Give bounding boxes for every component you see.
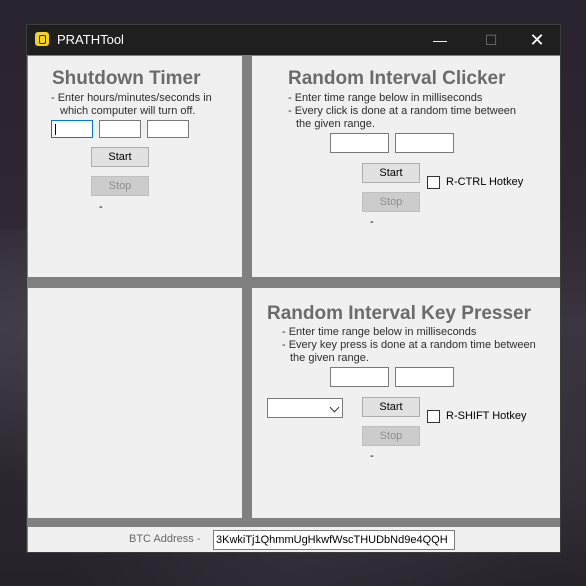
app-window: PRATHTool — ☐ ✕ Shutdown Timer - Enter h… <box>26 24 561 553</box>
close-button[interactable]: ✕ <box>514 25 560 55</box>
clicker-hotkey-label[interactable]: R-CTRL Hotkey <box>446 176 523 188</box>
presser-desc-line3: the given range. <box>290 352 369 364</box>
clicker-desc-line3: the given range. <box>296 118 375 130</box>
clicker-max-input[interactable] <box>395 133 454 153</box>
hours-input[interactable] <box>51 120 93 138</box>
text-caret <box>55 124 56 135</box>
clicker-hotkey-checkbox[interactable] <box>427 176 440 189</box>
minutes-input[interactable] <box>99 120 141 138</box>
shutdown-timer-panel: Shutdown Timer - Enter hours/minutes/sec… <box>28 56 242 277</box>
shutdown-desc-line1: - Enter hours/minutes/seconds in <box>51 92 212 104</box>
title-bar[interactable]: PRATHTool — ☐ ✕ <box>27 25 560 55</box>
shutdown-start-button[interactable]: Start <box>91 147 149 167</box>
empty-panel <box>28 288 242 518</box>
shutdown-title: Shutdown Timer <box>52 68 201 89</box>
presser-title: Random Interval Key Presser <box>267 303 532 324</box>
presser-hotkey-checkbox[interactable] <box>427 410 440 423</box>
window-title: PRATHTool <box>57 32 124 47</box>
maximize-button: ☐ <box>484 32 498 48</box>
presser-max-input[interactable] <box>395 367 454 387</box>
chevron-down-icon <box>329 402 340 413</box>
presser-stop-button: Stop <box>362 426 420 446</box>
btc-address-label: BTC Address - <box>129 533 201 545</box>
presser-start-button[interactable]: Start <box>362 397 420 417</box>
presser-hotkey-label[interactable]: R-SHIFT Hotkey <box>446 410 526 422</box>
presser-desc-line1: - Enter time range below in milliseconds <box>282 326 477 338</box>
btc-address-field[interactable]: 3KwkiTj1QhmmUgHkwfWscTHUDbNd9e4QQH <box>213 530 455 550</box>
clicker-min-input[interactable] <box>330 133 389 153</box>
shutdown-stop-button: Stop <box>91 176 149 196</box>
clicker-desc-line1: - Enter time range below in milliseconds <box>288 92 483 104</box>
presser-desc-line2: - Every key press is done at a random ti… <box>282 339 536 351</box>
key-presser-panel: Random Interval Key Presser - Enter time… <box>252 288 560 518</box>
shutdown-status: - <box>99 201 103 213</box>
presser-status: - <box>370 450 374 462</box>
clicker-desc-line2: - Every click is done at a random time b… <box>288 105 517 117</box>
seconds-input[interactable] <box>147 120 189 138</box>
shutdown-desc-line2: which computer will turn off. <box>60 105 196 117</box>
clicker-panel: Random Interval Clicker - Enter time ran… <box>252 56 560 277</box>
minimize-button[interactable]: — <box>417 25 463 55</box>
clicker-start-button[interactable]: Start <box>362 163 420 183</box>
presser-min-input[interactable] <box>330 367 389 387</box>
clicker-stop-button: Stop <box>362 192 420 212</box>
clicker-status: - <box>370 216 374 228</box>
app-icon <box>35 32 49 46</box>
key-select-dropdown[interactable] <box>267 398 343 418</box>
clicker-title: Random Interval Clicker <box>288 68 506 89</box>
footer-bar: BTC Address - 3KwkiTj1QhmmUgHkwfWscTHUDb… <box>28 527 560 552</box>
